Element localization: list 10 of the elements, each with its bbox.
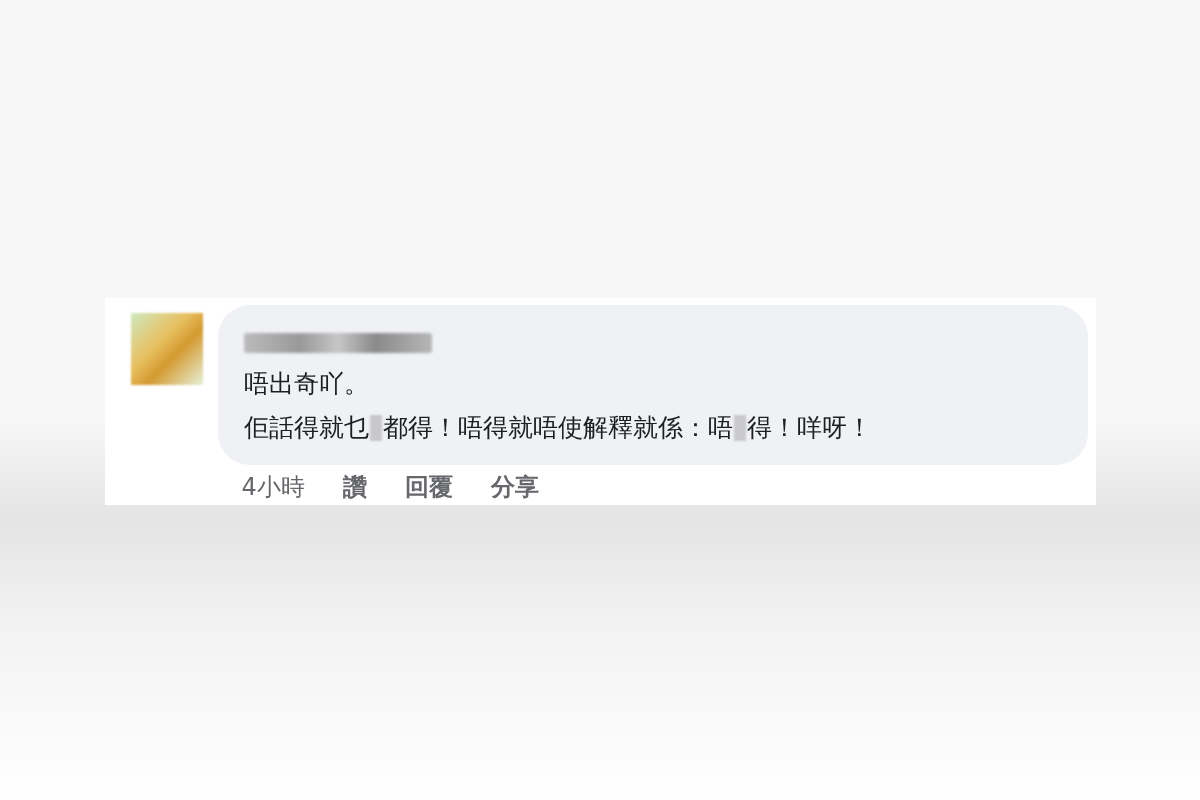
comment-action-link[interactable]: 讚 xyxy=(342,471,367,503)
comment-text: 唔出奇吖。 xyxy=(243,368,369,400)
comment-time: 4小時 xyxy=(241,472,305,503)
comment-action-link[interactable]: 分享 xyxy=(490,471,539,503)
censor-block xyxy=(369,415,382,441)
censor-block xyxy=(733,415,746,441)
comment-text: 都得！唔得就唔使解釋就係：唔 xyxy=(382,412,733,444)
comment-text: 佢話得就乜 xyxy=(243,412,369,444)
comment-text: 得！咩呀！ xyxy=(746,412,872,444)
comment-action-link[interactable]: 回覆 xyxy=(404,471,453,503)
